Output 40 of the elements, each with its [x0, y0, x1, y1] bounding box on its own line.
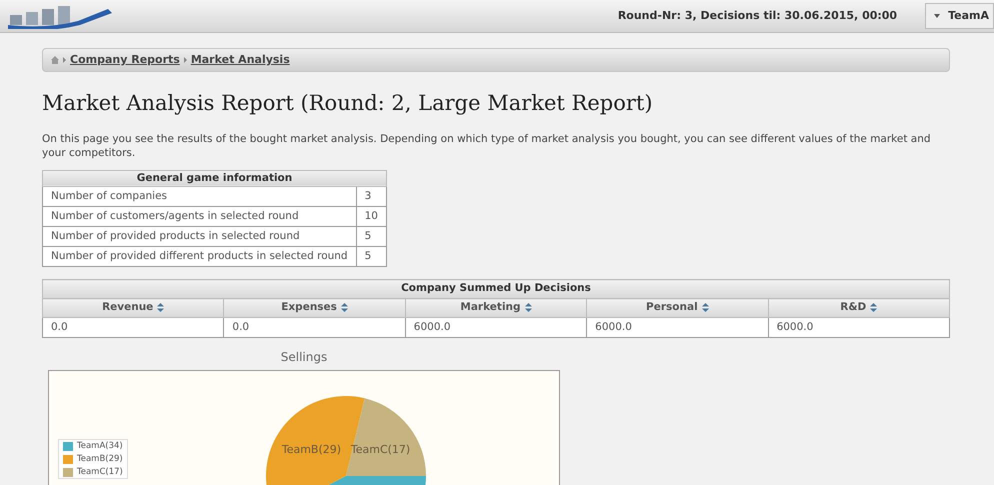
- table-cell: 0.0: [42, 318, 224, 338]
- table-cell: Number of provided different products in selected round: [42, 246, 356, 267]
- home-icon: [51, 56, 59, 64]
- table-cell: 6000.0: [405, 318, 587, 338]
- sort-icon: [870, 303, 878, 312]
- legend-label: TeamA(34): [77, 441, 123, 452]
- column-header[interactable]: Revenue: [42, 298, 224, 318]
- table-cell: 5: [356, 226, 386, 247]
- chart-title: Sellings: [280, 349, 328, 366]
- slice-label: TeamB(29): [282, 443, 342, 456]
- breadcrumb-link[interactable]: Company Reports: [70, 52, 180, 68]
- table-cell: 3: [356, 186, 386, 207]
- team-menu[interactable]: TeamA: [925, 3, 994, 29]
- legend-label: TeamC(17): [77, 467, 123, 478]
- table-cell: 10: [356, 206, 386, 227]
- round-info: Round-Nr: 3, Decisions til: 30.06.2015, 00:00: [618, 8, 898, 24]
- table-header: General game information: [42, 170, 386, 187]
- caret-icon: [934, 14, 940, 18]
- table-cell: 6000.0: [768, 318, 950, 338]
- table-cell: Number of provided products in selected round: [42, 226, 356, 247]
- table-header: Company Summed Up Decisions: [42, 280, 950, 299]
- column-header[interactable]: Marketing: [405, 298, 587, 318]
- table-cell: Number of companies: [42, 186, 356, 207]
- chevron-icon: [63, 57, 66, 63]
- legend-label: TeamB(29): [77, 454, 123, 464]
- column-header[interactable]: R&D: [768, 298, 950, 318]
- page-title: Market Analysis Report (Round: 2, Large Market Report): [42, 90, 654, 117]
- table-cell: 6000.0: [586, 318, 768, 338]
- table-cell: Number of customers/agents in selected round: [42, 206, 356, 227]
- sort-icon: [524, 303, 532, 312]
- breadcrumb-link[interactable]: Market Analysis: [190, 52, 290, 68]
- table-cell: 0.0: [224, 318, 406, 338]
- column-header[interactable]: Expenses: [224, 298, 406, 318]
- intro-text: On this page you see the results of the bought market analysis. Depending on which type of market analysis you bought, you can see different values of the market and your competitors.: [42, 132, 932, 160]
- sort-icon: [702, 303, 709, 312]
- column-header[interactable]: Personal: [586, 298, 768, 318]
- sort-icon: [340, 303, 348, 312]
- table-cell: 5: [356, 246, 386, 267]
- sort-icon: [157, 303, 164, 312]
- chevron-icon: [184, 57, 187, 63]
